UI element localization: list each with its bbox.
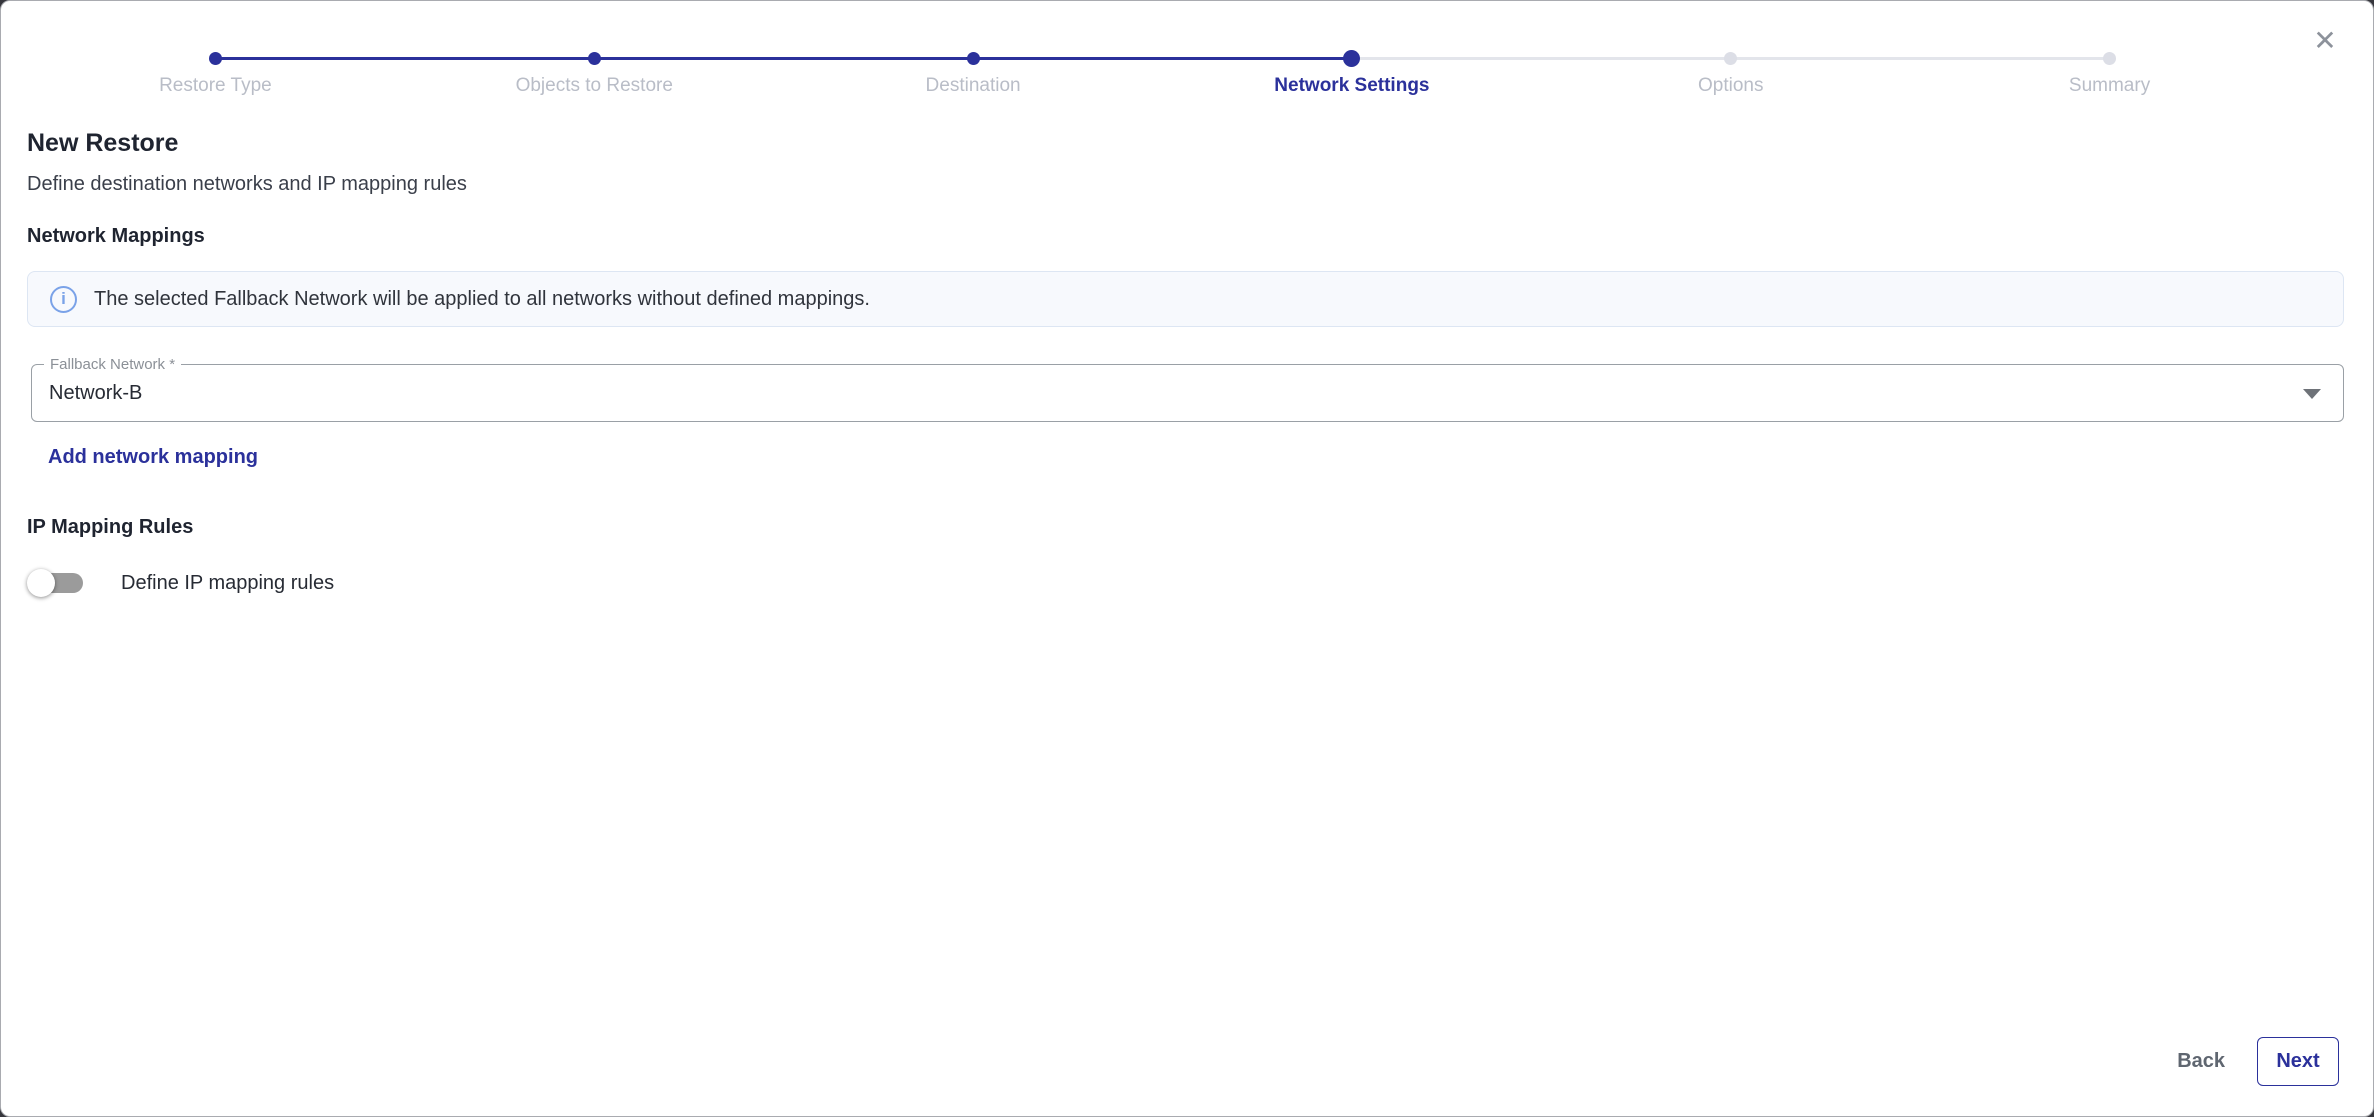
fallback-network-value: Network-B bbox=[49, 382, 142, 405]
step-dot-active bbox=[1343, 50, 1360, 67]
step-restore-type[interactable]: Restore Type bbox=[26, 50, 405, 97]
next-button[interactable]: Next bbox=[2257, 1037, 2339, 1086]
fallback-network-select[interactable]: Fallback Network * Network-B bbox=[31, 364, 2344, 422]
fallback-network-label: Fallback Network * bbox=[44, 356, 181, 373]
info-banner-text: The selected Fallback Network will be ap… bbox=[94, 288, 870, 311]
dropdown-arrow-icon bbox=[2303, 389, 2321, 399]
add-network-mapping-link[interactable]: Add network mapping bbox=[48, 446, 258, 469]
ip-mapping-toggle-row: Define IP mapping rules bbox=[27, 568, 2344, 598]
step-objects-to-restore[interactable]: Objects to Restore bbox=[405, 50, 784, 97]
step-summary[interactable]: Summary bbox=[1920, 50, 2299, 97]
step-options[interactable]: Options bbox=[1541, 50, 1920, 97]
step-label: Options bbox=[1698, 75, 1763, 97]
new-restore-dialog: ✕ Restore Type Objects to Restore Destin… bbox=[0, 0, 2374, 1117]
page-subtitle: Define destination networks and IP mappi… bbox=[27, 173, 2344, 196]
define-ip-mapping-toggle[interactable] bbox=[27, 568, 93, 598]
step-dot-completed bbox=[967, 52, 980, 65]
step-label: Restore Type bbox=[159, 75, 272, 97]
page-title: New Restore bbox=[27, 129, 2344, 158]
info-icon: i bbox=[50, 286, 77, 313]
step-dot-upcoming bbox=[1724, 52, 1737, 65]
close-icon[interactable]: ✕ bbox=[2307, 23, 2343, 59]
back-button[interactable]: Back bbox=[2163, 1040, 2239, 1083]
step-dot-completed bbox=[209, 52, 222, 65]
wizard-stepper: Restore Type Objects to Restore Destinat… bbox=[26, 50, 2299, 97]
ip-mapping-rules-heading: IP Mapping Rules bbox=[27, 516, 2344, 539]
dialog-footer: Back Next bbox=[2163, 1037, 2339, 1086]
step-label: Destination bbox=[926, 75, 1021, 97]
toggle-label: Define IP mapping rules bbox=[121, 572, 334, 595]
step-label: Network Settings bbox=[1274, 75, 1429, 97]
step-label: Objects to Restore bbox=[516, 75, 673, 97]
dialog-content: New Restore Define destination networks … bbox=[27, 129, 2344, 598]
info-banner: i The selected Fallback Network will be … bbox=[27, 271, 2344, 327]
step-label: Summary bbox=[2069, 75, 2150, 97]
step-network-settings[interactable]: Network Settings bbox=[1162, 50, 1541, 97]
toggle-thumb bbox=[27, 569, 55, 597]
network-mappings-heading: Network Mappings bbox=[27, 225, 2344, 248]
step-dot-upcoming bbox=[2103, 52, 2116, 65]
step-destination[interactable]: Destination bbox=[784, 50, 1163, 97]
step-dot-completed bbox=[588, 52, 601, 65]
